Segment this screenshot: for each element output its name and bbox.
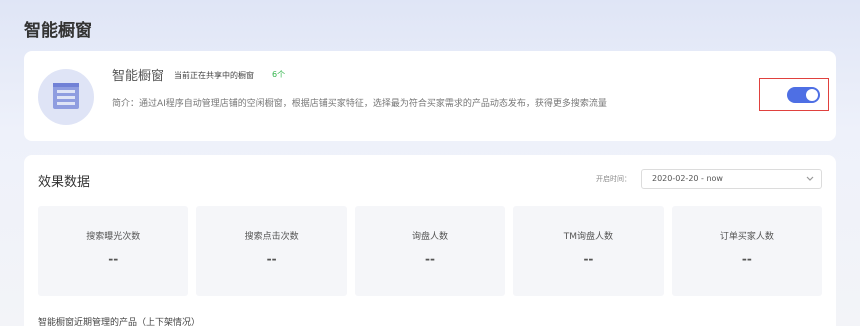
toggle-knob	[806, 89, 818, 101]
metric-card: 询盘人数 --	[354, 206, 506, 296]
smart-showcase-toggle[interactable]	[787, 87, 820, 103]
metric-card: 搜索点击次数 --	[196, 206, 347, 296]
chevron-down-icon	[806, 176, 814, 181]
metric-card: 订单买家人数 --	[671, 206, 823, 296]
metric-label: 订单买家人数	[719, 232, 774, 242]
metric-card: TM询盘人数 --	[513, 206, 664, 296]
feature-card: 智能橱窗 当前正在共享中的橱窗 6个 简介：通过AI程序自动管理店铺的空闲橱窗，…	[24, 51, 836, 141]
metric-value: --	[425, 252, 435, 266]
metric-value: --	[266, 252, 277, 266]
feature-status: 当前正在共享中的橱窗	[174, 71, 254, 80]
metric-card: 搜索曝光次数 --	[38, 206, 189, 296]
feature-status-count: 6个	[272, 70, 286, 79]
metric-label: 搜索曝光次数	[86, 232, 141, 242]
toggle-highlight-box	[759, 78, 829, 111]
date-label: 开启时间：	[596, 175, 631, 183]
effect-data-card: 效果数据 开启时间： 2020-02-20 - now 搜索曝光次数 -- 搜索…	[24, 155, 836, 326]
metric-value: --	[741, 252, 752, 266]
metric-value: --	[583, 252, 594, 266]
metrics-row: 搜索曝光次数 -- 搜索点击次数 -- 询盘人数 -- TM询盘人数 -- 订单…	[38, 206, 823, 296]
date-range-select[interactable]: 2020-02-20 - now	[641, 169, 822, 189]
section-title: 效果数据	[38, 175, 91, 190]
metric-label: 询盘人数	[412, 232, 449, 242]
metric-value: --	[108, 252, 119, 266]
metric-label: 搜索点击次数	[244, 232, 299, 242]
feature-description: 简介：通过AI程序自动管理店铺的空闲橱窗，根据店铺买家特征，选择最为符合买家需求…	[112, 99, 607, 109]
metric-label: TM询盘人数	[563, 232, 614, 242]
date-range-value: 2020-02-20 - now	[652, 174, 723, 183]
showcase-icon	[38, 69, 94, 125]
feature-name: 智能橱窗	[112, 69, 165, 84]
recent-products-heading: 智能橱窗近期管理的产品（上下架情况）	[38, 318, 201, 326]
page-title: 智能橱窗	[24, 21, 92, 41]
